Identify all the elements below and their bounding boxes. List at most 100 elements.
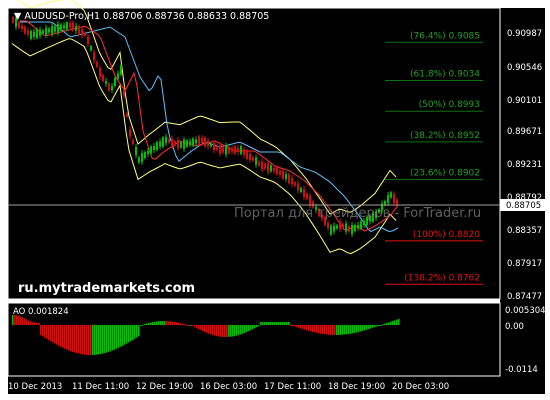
ao-bar (134, 325, 136, 339)
ao-bar (236, 325, 238, 336)
ao-bar (198, 325, 200, 330)
candle-body (384, 201, 386, 205)
ao-bar (88, 325, 90, 355)
ao-bar (358, 325, 360, 332)
ao-bar (152, 322, 154, 325)
ao-bar (120, 325, 122, 347)
ao-bar (32, 322, 34, 325)
candle-body (252, 157, 254, 161)
ao-bar (250, 325, 252, 331)
candle-body (336, 225, 338, 229)
candle-body (213, 143, 215, 150)
ao-bar (132, 325, 134, 340)
candle-body (345, 223, 347, 232)
candle-body (120, 65, 122, 75)
ao-bar (300, 325, 302, 329)
ao-bar (86, 325, 88, 355)
candle-body (87, 36, 89, 44)
ao-bar (170, 321, 172, 325)
price-axis-label: 0.89671 (507, 127, 542, 137)
ao-bar (154, 321, 156, 325)
ao-bar (144, 323, 146, 325)
ao-bar (128, 325, 130, 343)
ao-bar (60, 325, 62, 347)
ao-indicator-pane[interactable] (8, 303, 500, 376)
ao-bar (348, 325, 350, 334)
candle-body (267, 162, 269, 172)
ao-bar (342, 325, 344, 335)
ao-bar (168, 321, 170, 325)
ao-bar (294, 325, 296, 327)
ao-bar (38, 322, 40, 325)
ao-bar (172, 321, 174, 325)
ao-bar (18, 315, 20, 325)
ao-bar (114, 325, 116, 350)
ao-bar (136, 325, 138, 338)
candle-body (189, 141, 191, 145)
ao-bar (268, 322, 270, 325)
ao-bar (94, 325, 96, 355)
ao-bar (96, 325, 98, 355)
price-chart-pane[interactable] (8, 8, 500, 299)
candle-body (243, 149, 245, 155)
candle-body (183, 139, 185, 149)
ao-bar (252, 325, 254, 330)
candle-body (258, 161, 260, 166)
ao-bar (178, 322, 180, 325)
ao-bar (184, 324, 186, 326)
ao-bar (180, 323, 182, 325)
ao-bar (304, 325, 306, 330)
ao-bar (146, 323, 148, 325)
candle-body (135, 147, 137, 155)
ao-bar (64, 325, 66, 349)
ao-bar (52, 325, 54, 343)
candle-body (75, 25, 77, 31)
ao-bar (306, 325, 308, 331)
ao-axis-label: -0.0114 (505, 365, 538, 375)
ao-bar (360, 325, 362, 332)
chart-canvas[interactable]: (76.4%) 0.9085 (61.8%) 0.9034 (50%) 0.8993… (0, 0, 550, 400)
ao-bar (62, 325, 64, 348)
ao-bar (338, 325, 340, 335)
candle-body (393, 194, 395, 204)
time-axis-label: 12 Dec 19:00 (136, 382, 193, 392)
ao-bar (272, 322, 274, 325)
ao-bar (156, 321, 158, 325)
chart-symbol-header: ▼ AUDUSD-Pro,H1 0.88706 0.88736 0.88633 … (14, 11, 269, 22)
ao-bar (260, 322, 262, 325)
ao-bar (388, 322, 390, 325)
candle-body (342, 224, 344, 228)
ao-bar (82, 325, 84, 355)
ao-bar (354, 325, 356, 333)
ao-bar (328, 325, 330, 335)
candle-body (306, 193, 308, 199)
candle-body (204, 137, 206, 147)
ao-bar (90, 325, 92, 355)
ao-bar (98, 325, 100, 355)
price-axis-label: 0.87917 (507, 259, 542, 269)
ao-bar (72, 325, 74, 352)
candle-body (21, 26, 23, 29)
price-axis-label: 0.88357 (507, 226, 542, 236)
candle-body (237, 148, 239, 152)
candle-body (357, 225, 359, 228)
candle-body (96, 61, 98, 67)
candle-body (246, 150, 248, 159)
candle-body (63, 25, 65, 29)
candle-body (147, 151, 149, 154)
mt4-chart-window[interactable]: (76.4%) 0.9085 (61.8%) 0.9034 (50%) 0.8993… (0, 0, 550, 400)
candle-body (351, 225, 353, 234)
candle-body (300, 188, 302, 192)
ao-bar (44, 325, 46, 338)
ao-bar (150, 322, 152, 325)
price-axis-label: 0.88792 (507, 193, 542, 203)
ao-bar (288, 322, 290, 325)
candle-body (45, 27, 47, 35)
candle-body (225, 145, 227, 155)
ao-bar (270, 322, 272, 325)
ao-bar (206, 325, 208, 333)
candle-body (93, 52, 95, 61)
ao-bar (226, 325, 228, 337)
ao-bar (182, 323, 184, 325)
candle-body (36, 29, 38, 38)
